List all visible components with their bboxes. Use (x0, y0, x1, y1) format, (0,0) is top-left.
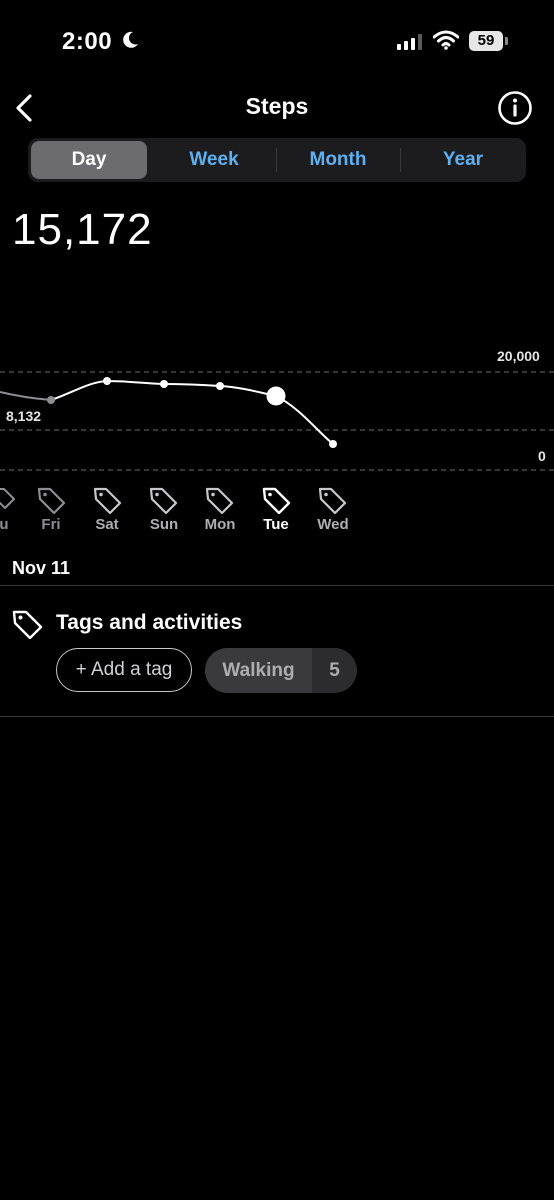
segment-year[interactable]: Year (401, 138, 525, 182)
chart-point-sat (103, 377, 111, 385)
divider (0, 585, 554, 586)
chart-point-fri (47, 396, 55, 404)
activity-label: Walking (205, 648, 312, 693)
divider (0, 716, 554, 717)
tag-icon (12, 610, 43, 639)
segment-day[interactable]: Day (31, 141, 147, 179)
status-bar: 2:00 59 (0, 0, 554, 80)
add-tag-button[interactable]: + Add a tag (56, 648, 192, 692)
day-label-tue[interactable]: Tue (246, 516, 306, 533)
activity-count: 5 (329, 660, 340, 681)
total-steps-value: 15,172 (12, 205, 153, 254)
tag-icon[interactable] (205, 486, 235, 514)
tag-icon[interactable] (318, 486, 348, 514)
chart-point-tue-selected (266, 386, 286, 406)
tag-icon[interactable] (262, 486, 292, 514)
chart-point-sun (160, 380, 168, 388)
selected-date: Nov 11 (12, 558, 71, 578)
moon-icon (123, 31, 138, 48)
wifi-icon (433, 30, 459, 50)
page-title: Steps (245, 93, 309, 119)
chart-point-wed (329, 440, 337, 448)
tag-icon[interactable] (0, 486, 16, 514)
chart-point-mon (216, 382, 224, 390)
battery-indicator: 59 (469, 31, 503, 51)
info-icon[interactable] (497, 90, 533, 126)
walking-activity-chip[interactable]: Walking 5 (205, 648, 357, 693)
day-label-sat[interactable]: Sat (77, 516, 137, 533)
steps-chart[interactable] (0, 340, 554, 480)
day-label-wed[interactable]: Wed (303, 516, 363, 533)
period-segmented-control: Day Week Month Year (28, 138, 526, 182)
tag-icon[interactable] (37, 486, 67, 514)
segment-month[interactable]: Month (277, 138, 399, 182)
tag-icon[interactable] (93, 486, 123, 514)
segment-week[interactable]: Week (153, 138, 275, 182)
day-label-mon[interactable]: Mon (190, 516, 250, 533)
day-label-fri[interactable]: Fri (21, 516, 81, 533)
day-label-sun[interactable]: Sun (134, 516, 194, 533)
tags-section-heading: Tags and activities (56, 611, 243, 634)
tag-icon[interactable] (149, 486, 179, 514)
battery-nub (505, 37, 508, 45)
signal-icon (397, 34, 422, 50)
status-time: 2:00 (62, 28, 113, 55)
